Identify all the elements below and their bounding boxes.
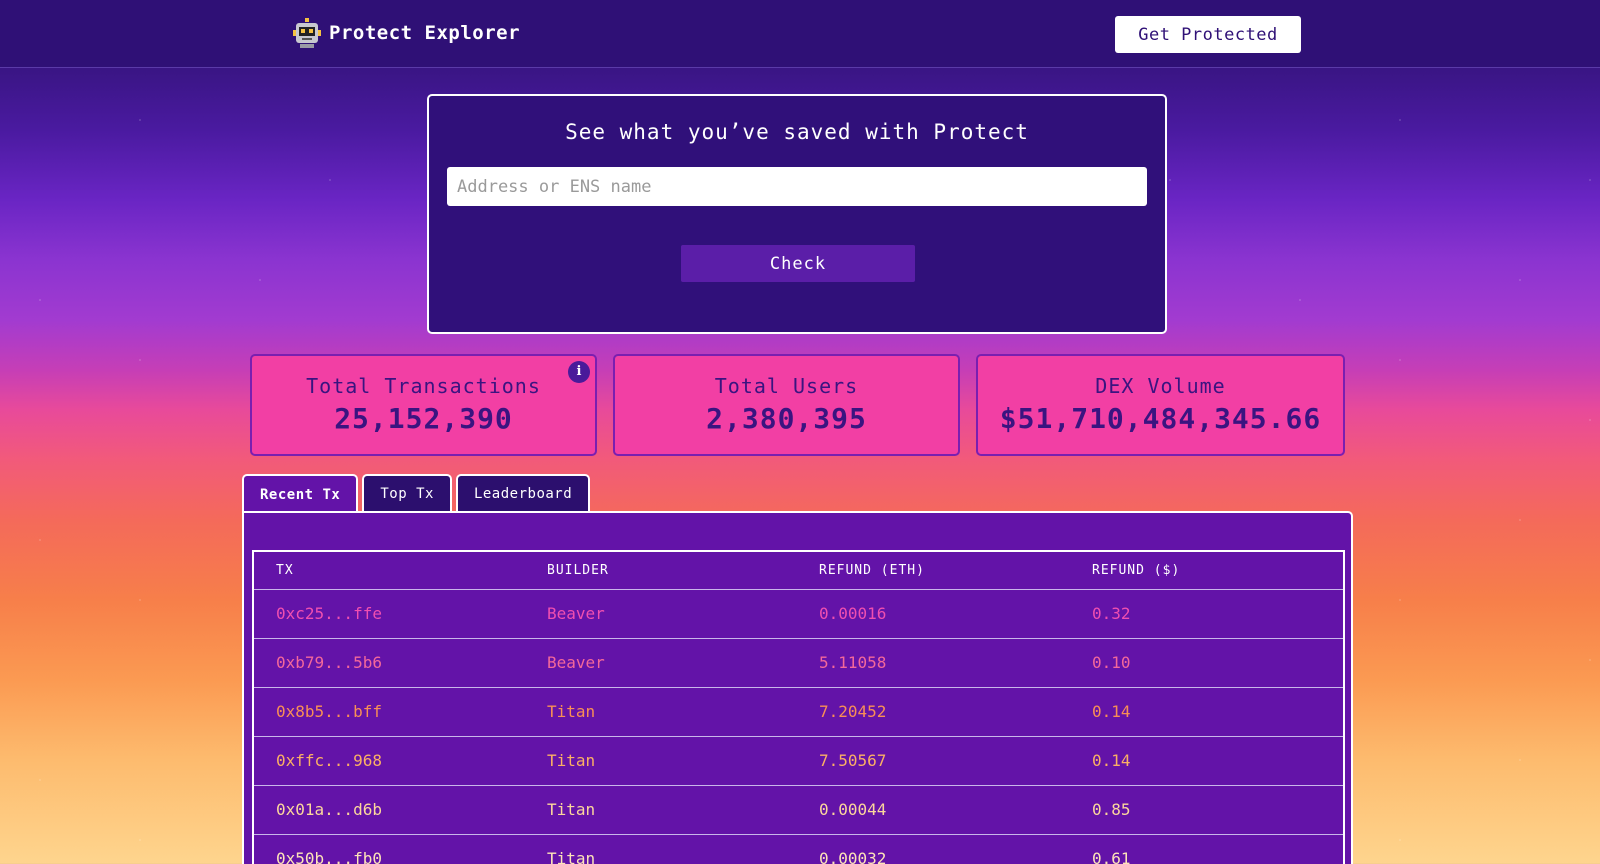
table-header-row: TX BUILDER REFUND (ETH) REFUND ($) [253, 551, 1344, 590]
address-search-input[interactable] [447, 167, 1147, 206]
builder-cell: Titan [525, 785, 797, 835]
tx-hash-link[interactable]: 0x50b...fb0 [253, 834, 525, 864]
builder-cell: Titan [525, 687, 797, 737]
builder-cell: Beaver [525, 589, 797, 639]
tx-hash-link[interactable]: 0xc25...ffe [253, 589, 525, 639]
column-header-tx[interactable]: TX [253, 551, 525, 590]
builder-cell: Titan [525, 736, 797, 786]
column-header-builder[interactable]: BUILDER [525, 551, 797, 590]
column-header-refund-usd[interactable]: REFUND ($) [1070, 551, 1344, 590]
column-header-refund-eth[interactable]: REFUND (ETH) [797, 551, 1070, 590]
tab-top-tx[interactable]: Top Tx [362, 474, 452, 512]
stat-value: 2,380,395 [706, 402, 867, 435]
stat-label: Total Users [714, 374, 859, 398]
tx-hash-link[interactable]: 0x8b5...bff [253, 687, 525, 737]
refund-usd-cell: 0.32 [1070, 589, 1344, 639]
robot-icon [293, 18, 321, 48]
refund-usd-cell: 0.85 [1070, 785, 1344, 835]
tab-recent-tx[interactable]: Recent Tx [242, 474, 359, 514]
stat-value: $51,710,484,345.66 [999, 402, 1322, 435]
tx-hash-link[interactable]: 0xffc...968 [253, 736, 525, 786]
refund-eth-cell: 5.11058 [797, 638, 1070, 688]
table-row[interactable]: 0xc25...ffe Beaver 0.00016 0.32 [253, 589, 1344, 639]
table-row[interactable]: 0x50b...fb0 Titan 0.00032 0.61 [253, 834, 1344, 864]
refund-usd-cell: 0.61 [1070, 834, 1344, 864]
stat-value: 25,152,390 [334, 402, 513, 435]
stat-dex-volume: DEX Volume $51,710,484,345.66 [976, 354, 1345, 456]
logo[interactable]: Protect Explorer [293, 18, 520, 48]
search-title: See what you’ve saved with Protect [565, 120, 1029, 144]
refund-usd-cell: 0.14 [1070, 687, 1344, 737]
refund-eth-cell: 0.00032 [797, 834, 1070, 864]
builder-cell: Beaver [525, 638, 797, 688]
search-card: See what you’ve saved with Protect Check [427, 94, 1167, 334]
stat-total-users: Total Users 2,380,395 [613, 354, 960, 456]
app-title: Protect Explorer [329, 22, 521, 44]
refund-eth-cell: 0.00016 [797, 589, 1070, 639]
tx-hash-link[interactable]: 0x01a...d6b [253, 785, 525, 835]
top-nav: Protect Explorer Get Protected [0, 0, 1600, 68]
tab-bar: Recent Tx Top Tx Leaderboard [242, 474, 591, 514]
refund-eth-cell: 7.20452 [797, 687, 1070, 737]
table-row[interactable]: 0xb79...5b6 Beaver 5.11058 0.10 [253, 638, 1344, 688]
info-icon[interactable]: i [568, 361, 590, 383]
refund-eth-cell: 0.00044 [797, 785, 1070, 835]
stat-label: DEX Volume [1095, 374, 1226, 398]
transactions-table: TX BUILDER REFUND (ETH) REFUND ($) 0xc25… [252, 550, 1345, 864]
refund-usd-cell: 0.14 [1070, 736, 1344, 786]
tx-hash-link[interactable]: 0xb79...5b6 [253, 638, 525, 688]
check-button[interactable]: Check [681, 245, 915, 282]
table-row[interactable]: 0xffc...968 Titan 7.50567 0.14 [253, 736, 1344, 786]
builder-cell: Titan [525, 834, 797, 864]
stat-label: Total Transactions [306, 374, 541, 398]
get-protected-button[interactable]: Get Protected [1115, 16, 1301, 53]
table-row[interactable]: 0x01a...d6b Titan 0.00044 0.85 [253, 785, 1344, 835]
stat-total-transactions: i Total Transactions 25,152,390 [250, 354, 597, 456]
refund-usd-cell: 0.10 [1070, 638, 1344, 688]
transactions-panel: TX BUILDER REFUND (ETH) REFUND ($) 0xc25… [242, 511, 1353, 864]
tab-leaderboard[interactable]: Leaderboard [455, 474, 591, 512]
refund-eth-cell: 7.50567 [797, 736, 1070, 786]
table-row[interactable]: 0x8b5...bff Titan 7.20452 0.14 [253, 687, 1344, 737]
